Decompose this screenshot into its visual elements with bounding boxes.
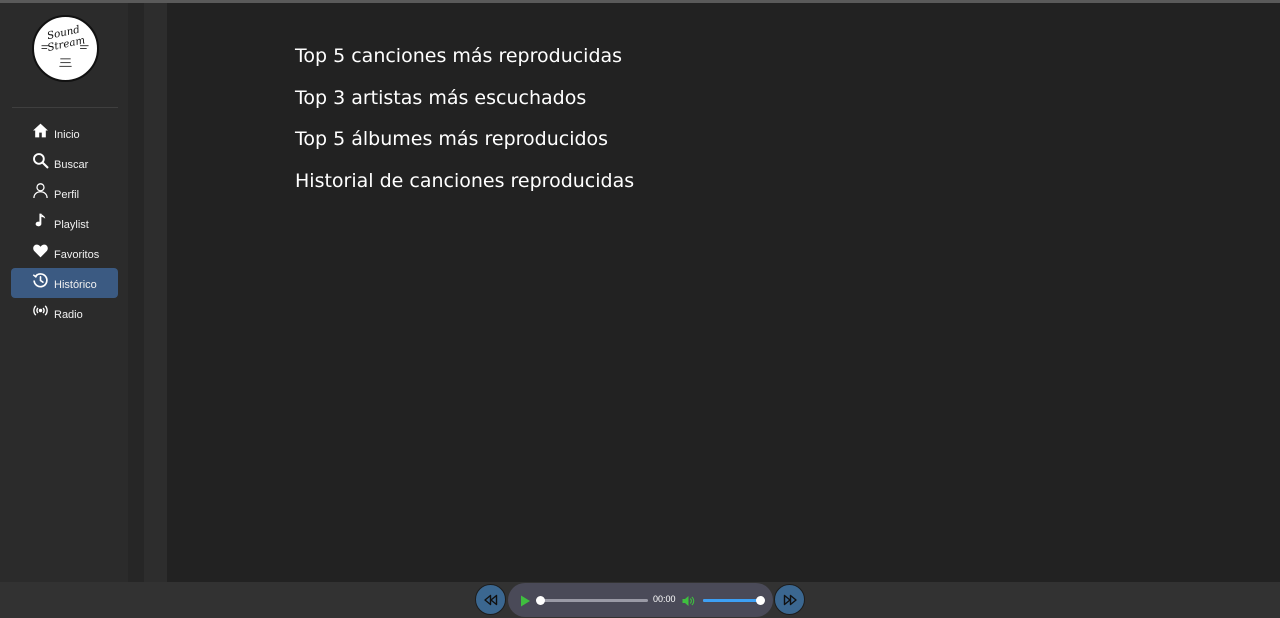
- link-top-artists[interactable]: Top 3 artistas más escuchados: [295, 78, 634, 120]
- next-button[interactable]: [774, 584, 805, 615]
- sidebar-item-radio[interactable]: Radio: [11, 298, 118, 328]
- volume-level: [703, 599, 760, 602]
- seek-handle[interactable]: [536, 596, 545, 605]
- search-icon: [31, 151, 49, 169]
- play-button[interactable]: [518, 593, 532, 607]
- fast-forward-icon: [783, 594, 797, 605]
- volume-handle[interactable]: [756, 596, 765, 605]
- history-icon: [31, 271, 49, 289]
- home-icon: [31, 121, 49, 139]
- sidebar-item-label: Radio: [54, 309, 83, 321]
- rewind-icon: [483, 594, 497, 605]
- link-top-albums[interactable]: Top 5 álbumes más reproducidos: [295, 119, 634, 161]
- sidebar-item-perfil[interactable]: Perfil: [11, 178, 118, 208]
- volume-button[interactable]: [681, 593, 695, 607]
- sidebar-edge: [128, 3, 144, 582]
- previous-button[interactable]: [475, 584, 506, 615]
- logo-graphic: Sound Stream: [41, 23, 89, 67]
- history-options: Top 5 canciones más reproducidas Top 3 a…: [295, 36, 634, 202]
- sidebar-item-buscar[interactable]: Buscar: [11, 148, 118, 178]
- sidebar-item-playlist[interactable]: Playlist: [11, 208, 118, 238]
- volume-icon: [682, 596, 695, 606]
- sidebar-item-label: Inicio: [54, 129, 80, 141]
- heart-icon: [31, 241, 49, 259]
- link-play-history[interactable]: Historial de canciones reproducidas: [295, 161, 634, 203]
- sidebar-item-label: Playlist: [54, 219, 89, 231]
- sound-stream-logo[interactable]: Sound Stream: [32, 15, 99, 82]
- sidebar-item-label: Buscar: [54, 159, 89, 171]
- volume-slider[interactable]: [703, 596, 765, 605]
- sidebar-divider: [12, 107, 118, 108]
- play-icon: [521, 595, 530, 607]
- user-icon: [31, 181, 49, 199]
- audio-player: 00:00: [508, 583, 773, 617]
- sidebar: Sound Stream Inicio Buscar Perfil Playli…: [0, 3, 128, 582]
- sidebar-item-label: Perfil: [54, 189, 80, 201]
- current-time: 00:00: [653, 594, 676, 604]
- content-gutter: [144, 3, 167, 582]
- seek-slider[interactable]: [536, 596, 648, 605]
- radio-broadcast-icon: [31, 301, 49, 319]
- sidebar-item-favoritos[interactable]: Favoritos: [11, 238, 118, 268]
- sidebar-nav: Inicio Buscar Perfil Playlist Favoritos: [11, 118, 118, 328]
- sidebar-item-inicio[interactable]: Inicio: [11, 118, 118, 148]
- link-top-songs[interactable]: Top 5 canciones más reproducidas: [295, 36, 634, 78]
- sidebar-item-label: Favoritos: [54, 249, 100, 261]
- sidebar-item-label: Histórico: [54, 279, 97, 291]
- music-note-icon: [31, 211, 49, 229]
- sidebar-item-historico[interactable]: Histórico: [11, 268, 118, 298]
